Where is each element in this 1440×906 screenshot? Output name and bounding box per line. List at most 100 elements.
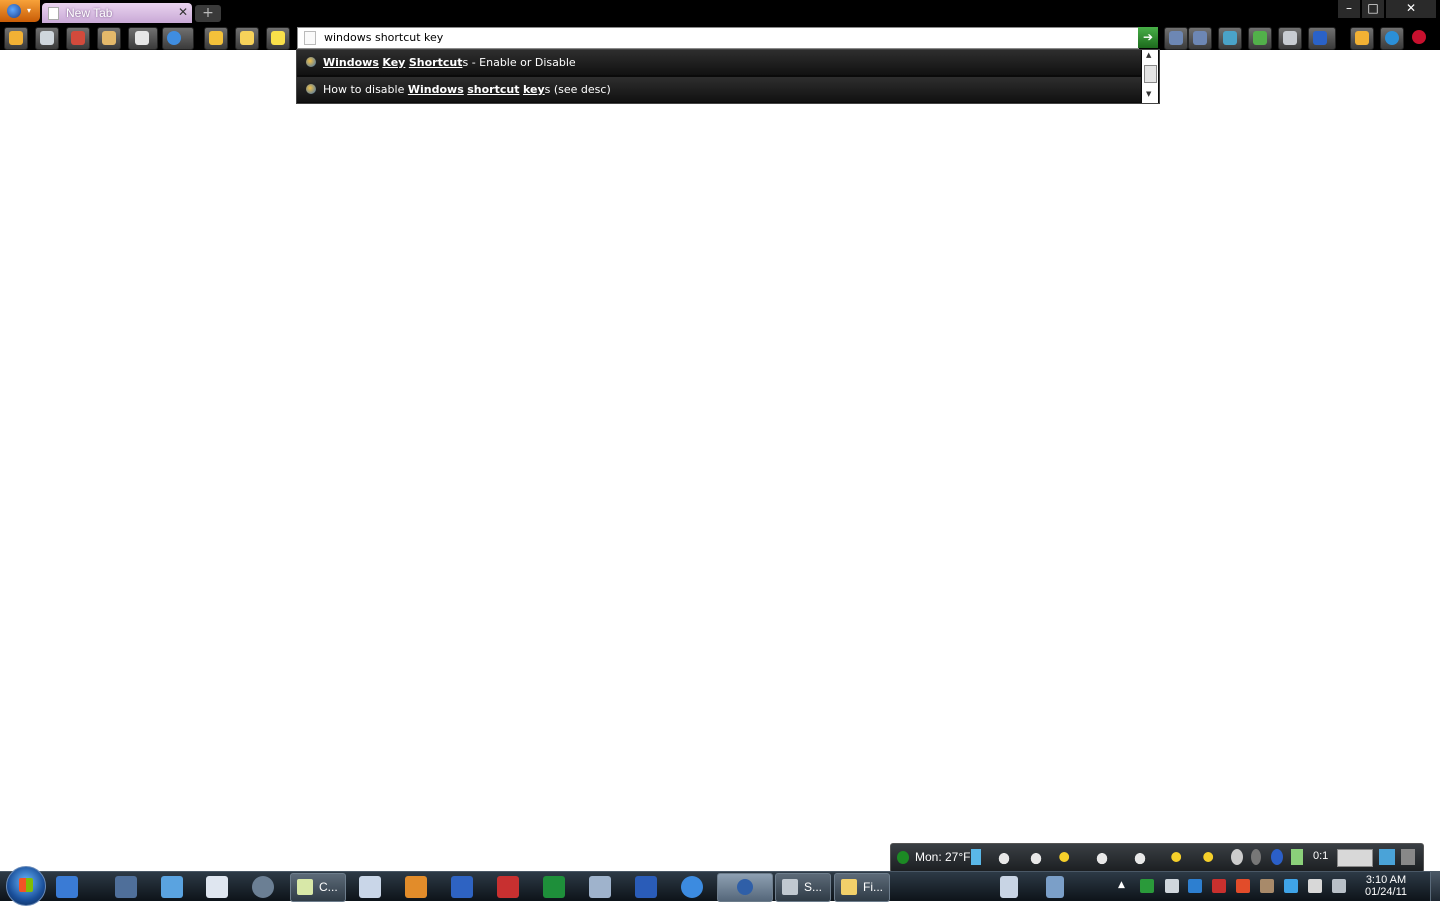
cloud-icon xyxy=(1027,849,1045,865)
recycle-bin-icon[interactable] xyxy=(1046,876,1064,898)
reload-button[interactable] xyxy=(162,27,194,50)
save-button[interactable] xyxy=(1308,27,1336,50)
taskbar: C... S... Fi... ▲ 3:10 AM 01/24/11 xyxy=(0,866,1440,906)
s-app-icon xyxy=(782,879,798,895)
scroll-thumb[interactable] xyxy=(1144,65,1157,83)
printer-tray-icon[interactable] xyxy=(1260,879,1274,893)
explorer-pin-icon[interactable] xyxy=(56,876,78,898)
ie-pin-icon[interactable] xyxy=(681,876,703,898)
bookmark-add-icon xyxy=(209,31,223,45)
taskbar-button-label: Fi... xyxy=(863,880,883,894)
sync-button[interactable] xyxy=(1380,27,1404,50)
clock-date: 01/24/11 xyxy=(1364,886,1407,898)
go-button[interactable]: ➔ xyxy=(1138,27,1158,48)
network-icon[interactable] xyxy=(1379,849,1395,865)
page-button[interactable] xyxy=(1278,27,1302,50)
back-button[interactable] xyxy=(1164,27,1188,50)
meter-icon xyxy=(1337,849,1373,867)
url-input[interactable] xyxy=(324,29,1124,46)
cloud-icon xyxy=(995,849,1013,865)
dropbox-icon[interactable] xyxy=(1284,879,1298,893)
excel-pin-icon[interactable] xyxy=(543,876,565,898)
star-button[interactable] xyxy=(266,27,290,50)
music-pin-icon[interactable] xyxy=(451,876,473,898)
page-favicon-icon xyxy=(304,31,316,45)
scroll-down-icon[interactable]: ▼ xyxy=(1146,90,1151,98)
network-pin-icon[interactable] xyxy=(161,876,183,898)
close-button[interactable]: ✕ xyxy=(1386,0,1436,18)
tab-close-icon[interactable]: ✕ xyxy=(178,5,188,19)
print-button[interactable] xyxy=(35,27,59,50)
calendar-pin-icon[interactable] xyxy=(497,876,519,898)
snipping-pin-icon[interactable] xyxy=(359,876,381,898)
bookmark-add-button[interactable] xyxy=(204,27,228,50)
globe-icon xyxy=(1231,849,1243,865)
firefox-menu-button[interactable]: ▾ xyxy=(0,0,40,22)
chevron-down-icon: ▾ xyxy=(27,6,32,15)
alarm-icon xyxy=(135,31,149,45)
taskbar-notepad[interactable]: C... xyxy=(290,873,346,902)
pen-tray-icon[interactable] xyxy=(1236,879,1250,893)
thermometer-icon xyxy=(971,849,981,865)
download-icon[interactable] xyxy=(1291,849,1303,865)
back-red-button[interactable] xyxy=(66,27,90,50)
addon-button[interactable] xyxy=(1248,27,1272,50)
partly-cloudy-icon xyxy=(1057,849,1075,865)
wrench-icon[interactable] xyxy=(1401,849,1415,865)
show-desktop-button[interactable] xyxy=(1430,872,1440,901)
winamp-pin-icon[interactable] xyxy=(405,876,427,898)
gadget-icon xyxy=(1251,849,1261,865)
taskbar-file-explorer[interactable]: Fi... xyxy=(834,873,890,902)
bookmarks-icon xyxy=(240,31,254,45)
document-icon[interactable] xyxy=(1000,876,1018,898)
taskbar-firefox-active[interactable] xyxy=(717,873,773,902)
alarm-button[interactable] xyxy=(128,27,158,50)
skype-pin-icon[interactable] xyxy=(252,876,274,898)
clock-time: 3:10 AM xyxy=(1365,874,1407,886)
autocomplete-item[interactable]: How to disable Windows shortcut keys (se… xyxy=(297,77,1141,102)
network-tray-icon[interactable] xyxy=(1332,879,1346,893)
forward-nav-button[interactable] xyxy=(1188,27,1212,50)
calculator-pin-icon[interactable] xyxy=(206,876,228,898)
firefox-logo-icon xyxy=(7,4,21,18)
tray-expand-icon[interactable]: ▲ xyxy=(1118,880,1125,890)
computer-pin-icon[interactable] xyxy=(115,876,137,898)
lock-icon xyxy=(1355,31,1369,45)
start-button[interactable] xyxy=(6,866,46,906)
bookmarks-button[interactable] xyxy=(235,27,259,50)
maximize-button[interactable]: □ xyxy=(1362,0,1384,18)
star-icon xyxy=(271,31,285,45)
taskbar-s-app[interactable]: S... xyxy=(775,873,831,902)
word-pin-icon[interactable] xyxy=(635,876,657,898)
minimize-button[interactable]: – xyxy=(1338,0,1360,18)
gadget-g-icon[interactable] xyxy=(1271,849,1283,865)
home-icon xyxy=(9,31,23,45)
mail-pin-icon[interactable] xyxy=(589,876,611,898)
screenshot-icon xyxy=(1223,31,1237,45)
partly-cloudy-icon xyxy=(1201,849,1219,865)
messenger-icon[interactable] xyxy=(1188,879,1202,893)
h-tray-icon[interactable] xyxy=(1140,879,1154,893)
flag-button[interactable] xyxy=(1408,27,1430,48)
shield-tray-icon[interactable] xyxy=(1212,879,1226,893)
scroll-up-icon[interactable]: ▲ xyxy=(1146,51,1151,59)
volume-icon[interactable] xyxy=(1165,879,1179,893)
navigation-toolbar: ➔ xyxy=(0,24,1440,50)
autocomplete-item[interactable]: Windows Key Shortcuts - Enable or Disabl… xyxy=(297,50,1141,75)
sunny-cloud-icon xyxy=(1169,849,1187,865)
print-icon xyxy=(40,31,54,45)
forward-button[interactable] xyxy=(97,27,121,50)
autocomplete-scrollbar[interactable]: ▲ ▼ xyxy=(1142,50,1158,103)
tab-new-tab[interactable]: New Tab ✕ xyxy=(42,3,192,23)
snow-cloud-icon xyxy=(1093,849,1111,865)
system-clock[interactable]: 3:10 AM 01/24/11 xyxy=(1360,874,1412,898)
display-tray-icon[interactable] xyxy=(1308,879,1322,893)
new-tab-button[interactable]: + xyxy=(195,5,221,22)
screenshot-button[interactable] xyxy=(1218,27,1242,50)
home-button[interactable] xyxy=(4,27,28,50)
lock-button[interactable] xyxy=(1350,27,1374,50)
url-bar[interactable] xyxy=(297,27,1139,49)
flag-icon xyxy=(1412,30,1426,44)
sync-icon xyxy=(1385,31,1399,45)
snow-cloud-icon xyxy=(1131,849,1149,865)
